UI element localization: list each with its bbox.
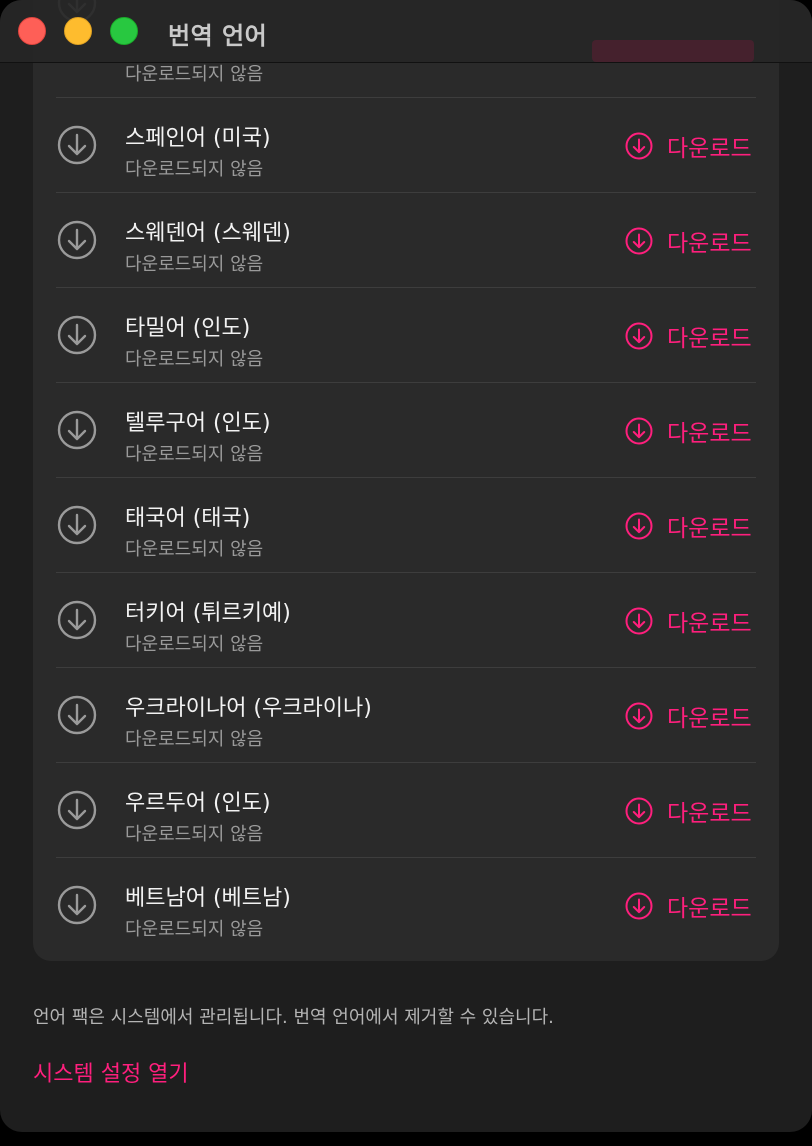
download-circle-icon — [57, 790, 97, 830]
list-item: 스페인어 (미국) 다운로드되지 않음 다운로드 — [33, 98, 779, 193]
download-label: 다운로드 — [667, 231, 752, 257]
download-label: 다운로드 — [667, 706, 752, 732]
download-arrow-icon — [625, 607, 653, 635]
download-arrow-icon — [625, 702, 653, 730]
download-circle-icon — [57, 220, 97, 260]
download-circle-icon — [57, 695, 97, 735]
download-circle-icon — [57, 600, 97, 640]
language-name: 텔루구어 (인도) — [125, 411, 271, 436]
footer-note: 언어 팩은 시스템에서 관리됩니다. 번역 언어에서 제거할 수 있습니다. — [33, 1007, 554, 1028]
download-arrow-icon — [625, 417, 653, 445]
download-button[interactable]: 다운로드 — [625, 890, 752, 922]
minimize-window-button[interactable] — [64, 17, 92, 45]
language-list: 다운로드되지 않음 스페인어 (미국) 다운로드되지 않음 다운로드 스웨덴어 … — [33, 0, 779, 961]
list-item: 우르두어 (인도) 다운로드되지 않음 다운로드 — [33, 763, 779, 858]
download-status: 다운로드되지 않음 — [125, 729, 264, 750]
language-name: 우르두어 (인도) — [125, 791, 271, 816]
download-circle-icon — [57, 125, 97, 165]
download-circle-icon — [57, 505, 97, 545]
download-status: 다운로드되지 않음 — [125, 444, 264, 465]
list-item: 베트남어 (베트남) 다운로드되지 않음 다운로드 — [33, 858, 779, 953]
language-name: 터키어 (튀르키예) — [125, 601, 291, 626]
download-circle-icon — [57, 410, 97, 450]
download-label: 다운로드 — [667, 611, 752, 637]
download-button[interactable]: 다운로드 — [625, 130, 752, 162]
download-circle-icon — [57, 315, 97, 355]
close-window-button[interactable] — [18, 17, 46, 45]
language-name: 스웨덴어 (스웨덴) — [125, 221, 291, 246]
download-button[interactable]: 다운로드 — [625, 510, 752, 542]
download-circle-icon — [57, 885, 97, 925]
language-name: 스페인어 (미국) — [125, 126, 271, 151]
download-arrow-icon — [625, 797, 653, 825]
title-bar[interactable]: 번역 언어 — [0, 0, 812, 63]
download-label: 다운로드 — [667, 136, 752, 162]
download-arrow-icon — [625, 132, 653, 160]
list-item: 터키어 (튀르키예) 다운로드되지 않음 다운로드 — [33, 573, 779, 668]
download-status: 다운로드되지 않음 — [125, 254, 264, 275]
list-item: 우크라이나어 (우크라이나) 다운로드되지 않음 다운로드 — [33, 668, 779, 763]
list-item: 타밀어 (인도) 다운로드되지 않음 다운로드 — [33, 288, 779, 383]
language-name: 타밀어 (인도) — [125, 316, 251, 341]
window-title: 번역 언어 — [168, 22, 268, 50]
download-button[interactable]: 다운로드 — [625, 605, 752, 637]
download-arrow-icon — [625, 512, 653, 540]
language-name: 베트남어 (베트남) — [125, 886, 291, 911]
language-name: 우크라이나어 (우크라이나) — [125, 696, 372, 721]
download-label: 다운로드 — [667, 896, 752, 922]
download-button[interactable]: 다운로드 — [625, 225, 752, 257]
download-arrow-icon — [625, 892, 653, 920]
download-status: 다운로드되지 않음 — [125, 539, 264, 560]
download-arrow-icon — [625, 227, 653, 255]
language-name: 태국어 (태국) — [125, 506, 251, 531]
translation-languages-window: 다운로드되지 않음 스페인어 (미국) 다운로드되지 않음 다운로드 스웨덴어 … — [0, 0, 812, 1132]
download-label: 다운로드 — [667, 801, 752, 827]
download-label: 다운로드 — [667, 421, 752, 447]
row-status-label: 다운로드되지 않음 — [125, 64, 264, 85]
download-button[interactable]: 다운로드 — [625, 795, 752, 827]
download-button[interactable]: 다운로드 — [625, 320, 752, 352]
download-status: 다운로드되지 않음 — [125, 919, 264, 940]
list-item: 태국어 (태국) 다운로드되지 않음 다운로드 — [33, 478, 779, 573]
download-status: 다운로드되지 않음 — [125, 349, 264, 370]
download-arrow-icon — [625, 322, 653, 350]
open-system-settings-link[interactable]: 시스템 설정 열기 — [33, 1056, 189, 1088]
obscured-download-button — [592, 40, 754, 62]
download-label: 다운로드 — [667, 326, 752, 352]
download-status: 다운로드되지 않음 — [125, 824, 264, 845]
list-item: 스웨덴어 (스웨덴) 다운로드되지 않음 다운로드 — [33, 193, 779, 288]
download-status: 다운로드되지 않음 — [125, 159, 264, 180]
zoom-window-button[interactable] — [110, 17, 138, 45]
download-button[interactable]: 다운로드 — [625, 700, 752, 732]
list-item: 텔루구어 (인도) 다운로드되지 않음 다운로드 — [33, 383, 779, 478]
download-label: 다운로드 — [667, 516, 752, 542]
download-status: 다운로드되지 않음 — [125, 634, 264, 655]
download-button[interactable]: 다운로드 — [625, 415, 752, 447]
